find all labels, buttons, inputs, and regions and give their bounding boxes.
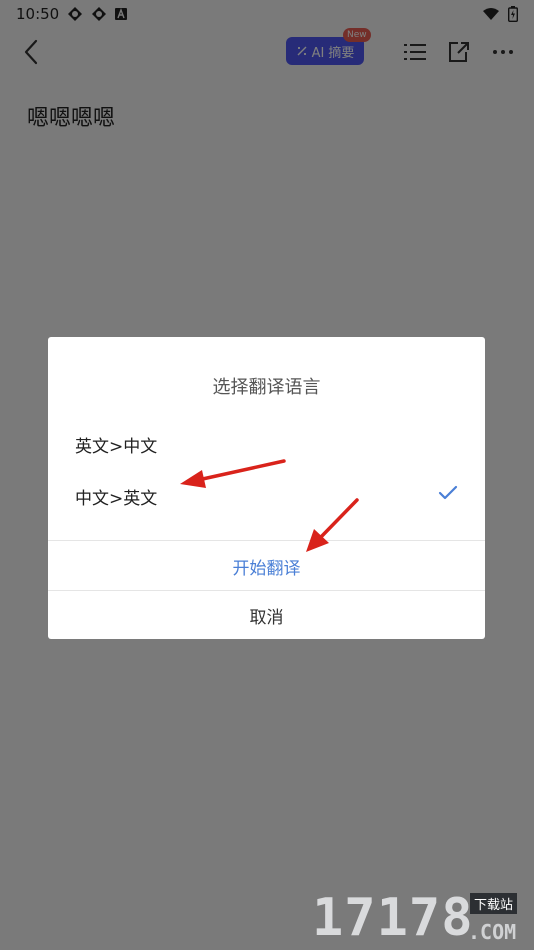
- option-label: 英文>中文: [75, 437, 158, 457]
- watermark-logo: 17178: [312, 888, 474, 948]
- option-label: 中文>英文: [75, 489, 158, 509]
- watermark-tag: 下载站: [470, 893, 518, 914]
- option-en-to-zh[interactable]: 英文>中文: [48, 417, 485, 469]
- watermark-domain: .COM: [468, 920, 517, 944]
- translate-language-dialog: 选择翻译语言 英文>中文 中文>英文 开始翻译 取消: [48, 337, 485, 639]
- cancel-button[interactable]: 取消: [48, 591, 485, 639]
- divider: [48, 540, 485, 541]
- start-translation-button[interactable]: 开始翻译: [48, 542, 485, 590]
- dialog-title: 选择翻译语言: [212, 377, 321, 398]
- checkmark-icon: [438, 485, 458, 500]
- option-zh-to-en[interactable]: 中文>英文: [48, 469, 485, 521]
